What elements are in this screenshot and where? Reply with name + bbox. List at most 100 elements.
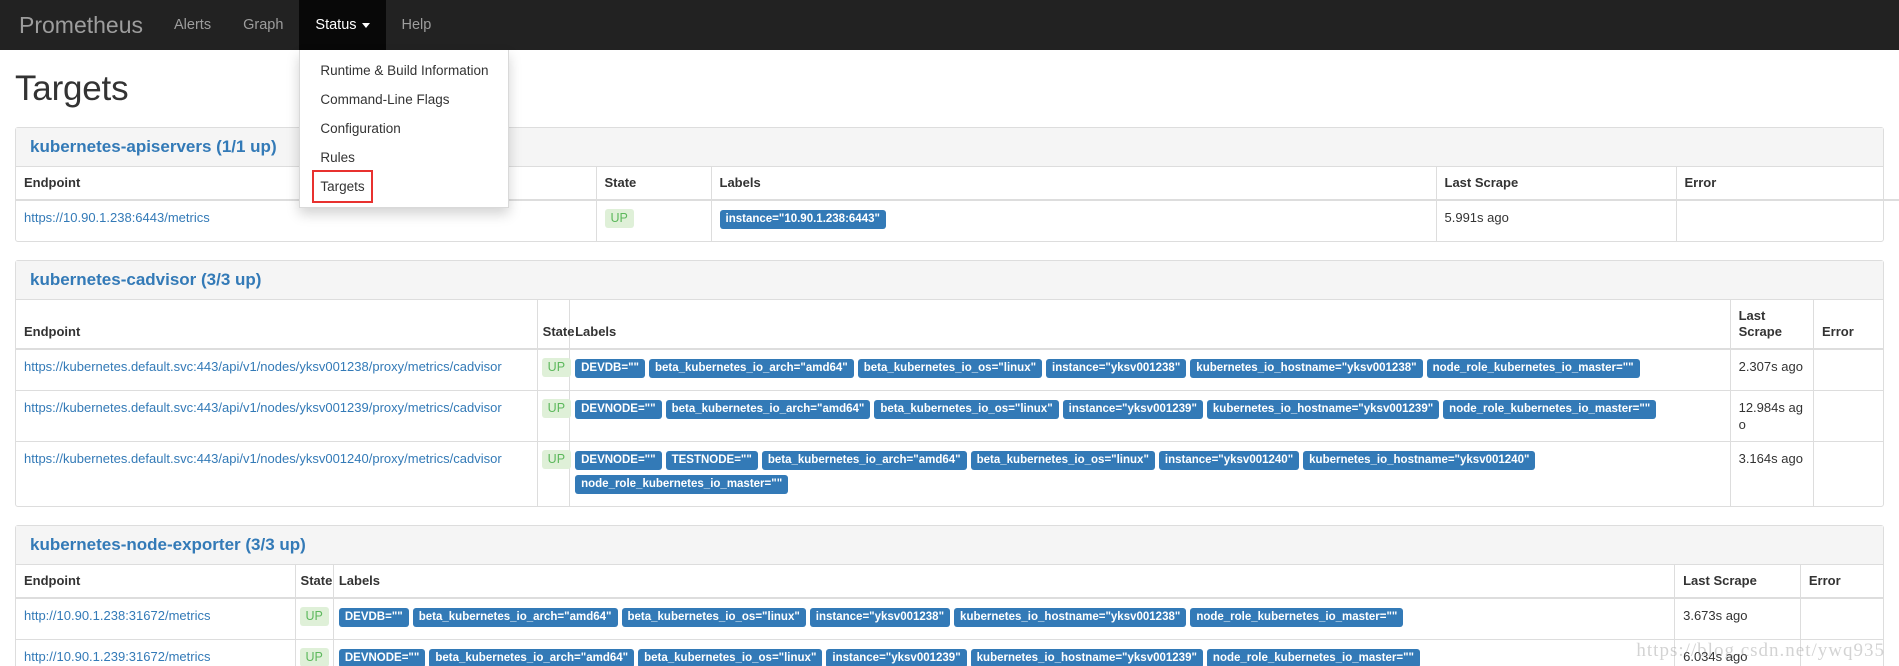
label-badge[interactable]: kubernetes_io_hostname="yksv001238" xyxy=(1190,359,1423,378)
targets-panels: kubernetes-apiservers (1/1 up) Endpoint St… xyxy=(15,127,1899,666)
last-scrape-cell: 5.991s ago xyxy=(1435,200,1676,241)
labels-cell: DEVNODE="" beta_kubernetes_io_arch="amd64… xyxy=(332,639,1675,666)
label-badge[interactable]: DEVDB="" xyxy=(575,359,645,378)
label-badge[interactable]: node_role_kubernetes_io_master="" xyxy=(1190,608,1404,627)
label-badge[interactable]: DEVDB="" xyxy=(338,608,409,627)
label-badge[interactable]: beta_kubernetes_io_arch="amd64" xyxy=(429,649,635,666)
column-header-state: State xyxy=(595,167,711,201)
label-badge[interactable]: beta_kubernetes_io_os="linux" xyxy=(970,451,1155,470)
label-badge[interactable]: kubernetes_io_hostname="yksv001239" xyxy=(970,649,1203,666)
endpoint-link[interactable]: https://kubernetes.default.svc:443/api/v… xyxy=(24,400,502,415)
label-badge[interactable]: beta_kubernetes_io_arch="amd64" xyxy=(412,608,618,627)
brand-prometheus[interactable]: Prometheus xyxy=(4,0,158,50)
labels-cell: DEVDB="" beta_kubernetes_io_arch="amd64" b… xyxy=(569,349,1731,391)
error-cell xyxy=(1812,390,1883,442)
endpoint-link[interactable]: https://kubernetes.default.svc:443/api/v… xyxy=(24,359,502,374)
label-badge[interactable]: instance="yksv001239" xyxy=(1062,400,1203,419)
label-badge[interactable]: beta_kubernetes_io_os="linux" xyxy=(874,400,1059,419)
last-scrape-cell: 3.673s ago xyxy=(1674,598,1801,640)
column-header-labels: Labels xyxy=(710,167,1436,201)
label-badge[interactable]: instance="10.90.1.238:6443" xyxy=(719,210,886,229)
nav-item-label: Status xyxy=(315,17,357,33)
chevron-down-icon xyxy=(361,22,370,28)
label-badge[interactable]: DEVNODE="" xyxy=(575,400,662,419)
column-header-error: Error xyxy=(1675,167,1899,201)
column-header-endpoint: Endpoint xyxy=(16,565,296,599)
dropdown-item-rules[interactable]: Rules xyxy=(300,143,508,172)
error-cell xyxy=(1799,639,1883,666)
label-badge[interactable]: DEVNODE="" xyxy=(338,649,426,666)
table-row: https://kubernetes.default.svc:443/api/v… xyxy=(16,349,1883,391)
endpoint-link[interactable]: https://kubernetes.default.svc:443/api/v… xyxy=(24,451,502,466)
label-badge[interactable]: node_role_kubernetes_io_master="" xyxy=(1426,359,1640,378)
endpoint-link[interactable]: https://10.90.1.238:6443/metrics xyxy=(24,210,210,225)
label-badge[interactable]: instance="yksv001238" xyxy=(1046,359,1187,378)
status-dropdown-menu: Runtime & Build Information Command-Line … xyxy=(299,50,510,208)
label-badge[interactable]: kubernetes_io_hostname="yksv001240" xyxy=(1303,451,1536,470)
state-cell: UP xyxy=(595,200,711,241)
label-badge[interactable]: beta_kubernetes_io_arch="amd64" xyxy=(648,359,854,378)
label-badge[interactable]: beta_kubernetes_io_os="linux" xyxy=(857,359,1043,378)
status-badge: UP xyxy=(541,450,572,469)
nav-item-alerts[interactable]: Alerts xyxy=(158,0,227,50)
column-header-endpoint: Endpoint xyxy=(16,300,538,350)
column-header-state: State xyxy=(294,565,334,599)
status-badge: UP xyxy=(299,607,329,626)
state-cell: UP xyxy=(536,349,572,391)
error-cell xyxy=(1812,441,1883,506)
label-badge[interactable]: instance="yksv001238" xyxy=(809,608,951,627)
label-badge[interactable]: beta_kubernetes_io_os="linux" xyxy=(638,649,823,666)
dropdown-item-configuration[interactable]: Configuration xyxy=(300,114,508,143)
label-badge[interactable]: instance="yksv001240" xyxy=(1158,451,1300,470)
error-cell xyxy=(1675,200,1899,241)
label-badge[interactable]: node_role_kubernetes_io_master="" xyxy=(1443,400,1657,419)
column-header-labels: Labels xyxy=(569,300,1731,350)
column-header-error: Error xyxy=(1799,565,1883,599)
endpoint-cell: http://10.90.1.239:31672/metrics xyxy=(16,639,296,666)
top-navbar: Prometheus Alerts Graph Status Runtime & Bu… xyxy=(0,0,1899,208)
state-cell: UP xyxy=(536,390,572,442)
table-header-row: Endpoint State Labels Last Scrape Error xyxy=(16,565,1883,599)
table-header-row: Endpoint State Labels Last Scrape Error xyxy=(16,300,1883,350)
job-heading: kubernetes-cadvisor (3/3 up) xyxy=(16,261,1883,300)
last-scrape-cell: 12.984s ago xyxy=(1729,390,1814,442)
nav-item-help[interactable]: Help xyxy=(386,0,448,50)
job-heading: kubernetes-node-exporter (3/3 up) xyxy=(16,526,1883,565)
job-title[interactable]: kubernetes-node-exporter (3/3 up) xyxy=(30,535,1869,555)
target-job-panel: kubernetes-cadvisor (3/3 up) Endpoint Stat… xyxy=(15,260,1884,507)
label-badge[interactable]: TESTNODE="" xyxy=(665,451,758,470)
label-badge[interactable]: instance="yksv001239" xyxy=(826,649,967,666)
dropdown-item-command-line-flags[interactable]: Command-Line Flags xyxy=(300,85,508,114)
nav-item-graph[interactable]: Graph xyxy=(227,0,299,50)
label-badge[interactable]: node_role_kubernetes_io_master="" xyxy=(575,475,789,494)
job-heading: kubernetes-apiservers (1/1 up) xyxy=(16,128,1883,167)
column-header-last-scrape: Last Scrape xyxy=(1674,565,1801,599)
table-row: https://kubernetes.default.svc:443/api/v… xyxy=(16,390,1883,442)
target-job-panel: kubernetes-apiservers (1/1 up) Endpoint St… xyxy=(15,127,1899,242)
label-badge[interactable]: beta_kubernetes_io_arch="amd64" xyxy=(761,451,967,470)
status-badge: UP xyxy=(299,648,329,666)
endpoint-link[interactable]: http://10.90.1.238:31672/metrics xyxy=(24,608,210,623)
error-cell xyxy=(1812,349,1883,391)
endpoint-link[interactable]: http://10.90.1.239:31672/metrics xyxy=(24,649,210,664)
endpoint-cell: http://10.90.1.238:31672/metrics xyxy=(16,598,295,640)
label-badge[interactable]: beta_kubernetes_io_arch="amd64" xyxy=(665,400,871,419)
dropdown-item-runtime-build-information[interactable]: Runtime & Build Information xyxy=(300,56,508,85)
label-badge[interactable]: kubernetes_io_hostname="yksv001238" xyxy=(954,608,1187,627)
status-badge: UP xyxy=(541,358,572,377)
page-container: Targets kubernetes-apiservers (1/1 up) En… xyxy=(0,69,1899,666)
page-title: Targets xyxy=(15,69,129,108)
table-row: http://10.90.1.239:31672/metrics UP DEVNOD… xyxy=(16,639,1883,666)
column-header-last-scrape: Last Scrape xyxy=(1729,300,1814,350)
label-badge[interactable]: node_role_kubernetes_io_master="" xyxy=(1206,649,1420,666)
target-job-panel: kubernetes-node-exporter (3/3 up) Endpoin… xyxy=(15,525,1884,666)
label-badge[interactable]: DEVNODE="" xyxy=(575,451,662,470)
last-scrape-cell: 2.307s ago xyxy=(1729,349,1814,391)
label-badge[interactable]: beta_kubernetes_io_os="linux" xyxy=(621,608,806,627)
dropdown-item-targets[interactable]: Targets xyxy=(312,170,373,203)
column-header-labels: Labels xyxy=(332,565,1675,599)
job-title[interactable]: kubernetes-cadvisor (3/3 up) xyxy=(30,270,1869,290)
column-header-error: Error xyxy=(1812,300,1883,350)
label-badge[interactable]: kubernetes_io_hostname="yksv001239" xyxy=(1206,400,1440,419)
nav-item-status[interactable]: Status xyxy=(299,0,386,50)
